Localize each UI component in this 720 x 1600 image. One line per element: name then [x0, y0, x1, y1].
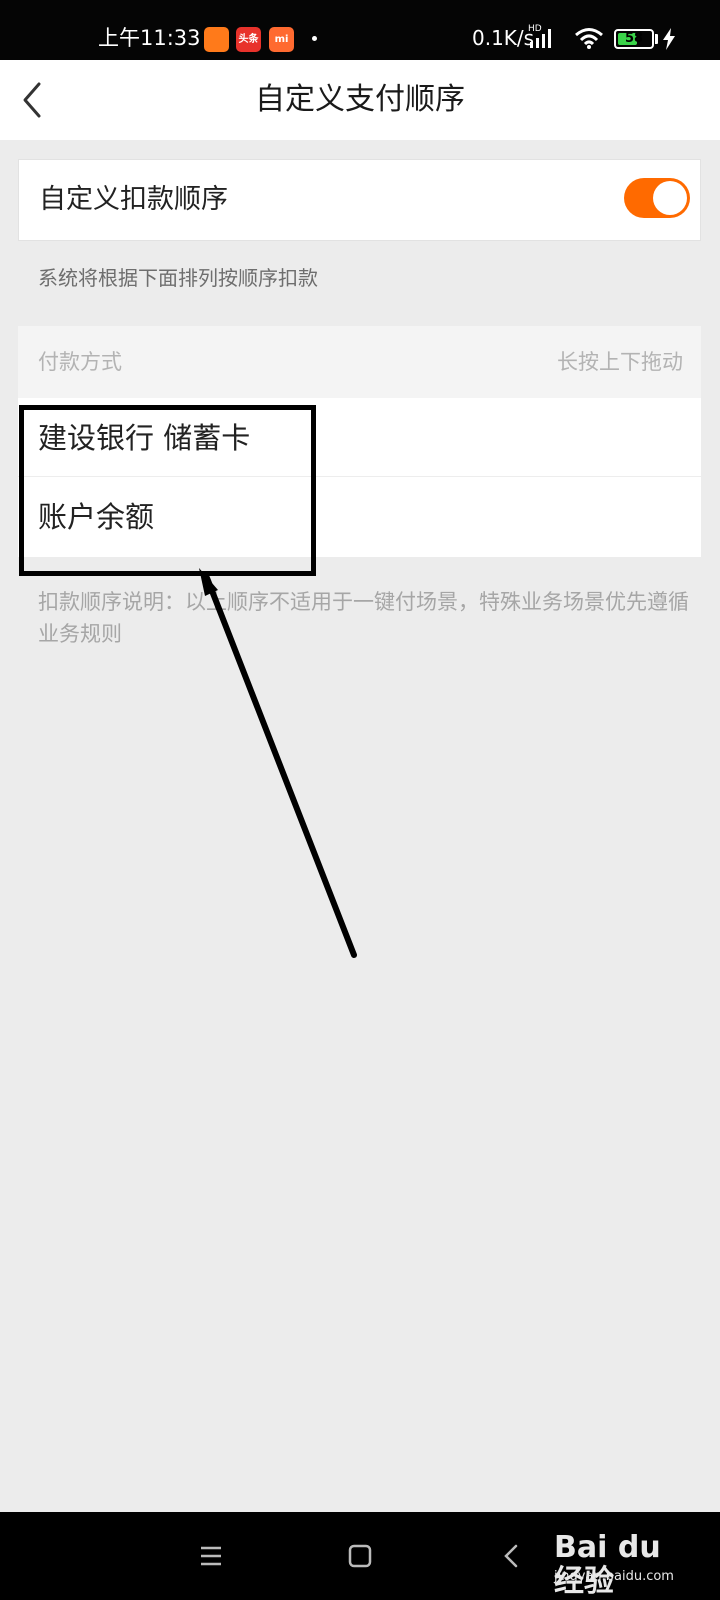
watermark-url: jingyan.baidu.com — [554, 1569, 674, 1584]
back-icon — [504, 1544, 518, 1568]
baidu-jingyan-watermark: Bai du 经验 jingyan.baidu.com — [548, 1517, 688, 1599]
menu-icon — [201, 1546, 221, 1566]
nav-back-button[interactable] — [490, 1534, 534, 1578]
annotation-arrow — [199, 568, 357, 958]
home-button[interactable] — [338, 1534, 382, 1578]
home-icon — [348, 1544, 372, 1568]
watermark-logo: Bai du 经验 — [554, 1530, 661, 1599]
menu-button[interactable] — [189, 1534, 233, 1578]
